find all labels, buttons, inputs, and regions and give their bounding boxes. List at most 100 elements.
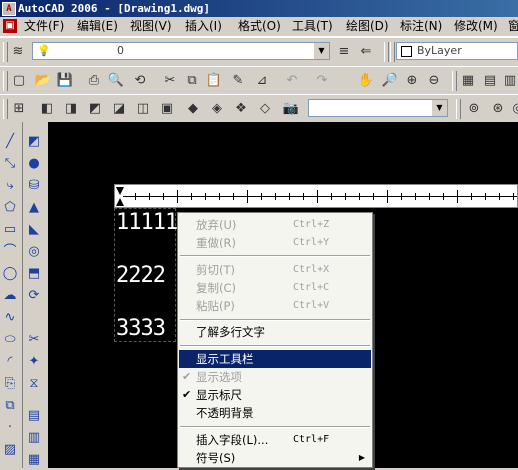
menu-file[interactable]: 文件(F)	[22, 18, 66, 35]
menu-item-copy[interactable]: 复制(C) Ctrl+C	[179, 279, 371, 297]
revision-cloud-icon[interactable]: ☁	[0, 286, 20, 306]
nw-iso-view-icon[interactable]: ◇	[255, 99, 275, 119]
front-view-icon[interactable]: ◫	[133, 99, 153, 119]
make-object-layer-current-icon[interactable]: ≡	[334, 42, 354, 62]
menu-item-show-toolbar[interactable]: 显示工具栏	[179, 350, 371, 368]
continuous-orbit-icon[interactable]: ◎	[508, 99, 518, 119]
top-view-icon[interactable]: ◧	[37, 99, 57, 119]
setup-view-icon[interactable]: ▥	[24, 428, 44, 448]
menu-tools[interactable]: 工具(T)	[290, 18, 335, 35]
mtext-ruler[interactable]	[114, 184, 518, 208]
toolbar-grip[interactable]	[3, 99, 8, 119]
menu-insert[interactable]: 插入(I)	[183, 18, 224, 35]
left-view-icon[interactable]: ◩	[85, 99, 105, 119]
named-views-icon[interactable]: ⊞	[9, 99, 29, 119]
open-file-icon[interactable]: 📂	[33, 71, 53, 91]
first-line-indent-marker[interactable]	[116, 187, 124, 195]
layer-previous-icon[interactable]: ⇐	[356, 42, 376, 62]
chevron-down-icon[interactable]: ▼	[431, 100, 447, 116]
se-iso-view-icon[interactable]: ◈	[207, 99, 227, 119]
properties-icon[interactable]: ▦	[458, 71, 478, 91]
toolbar-grip[interactable]	[390, 42, 395, 62]
layer-combo[interactable]: 💡 0 ▼	[32, 42, 330, 60]
match-properties-icon[interactable]: ✎	[228, 71, 248, 91]
menu-item-redo[interactable]: 重做(R) Ctrl+Y	[179, 234, 371, 252]
extrude-icon[interactable]: ⬒	[24, 264, 44, 284]
plot-preview-icon[interactable]: 🔍	[106, 71, 126, 91]
torus-icon[interactable]: ◎	[24, 242, 44, 262]
ellipse-arc-icon[interactable]: ◜	[0, 352, 20, 372]
toolbar-grip[interactable]	[452, 71, 457, 91]
polyline-icon[interactable]: ⤷	[0, 176, 20, 196]
insert-block-icon[interactable]: ⎘	[0, 374, 20, 394]
point-icon[interactable]: ·	[0, 418, 20, 438]
menu-dimension[interactable]: 标注(N)	[398, 18, 444, 35]
menu-modify[interactable]: 修改(M)	[452, 18, 500, 35]
toolbar-grip[interactable]	[456, 99, 461, 119]
polygon-icon[interactable]: ⬠	[0, 198, 20, 218]
interfere-icon[interactable]: ✦	[24, 352, 44, 372]
cone-icon[interactable]: ▲	[24, 198, 44, 218]
menu-draw[interactable]: 绘图(D)	[344, 18, 391, 35]
line-icon[interactable]: ╱	[0, 132, 20, 152]
autocad-app-icon[interactable]: A	[2, 2, 16, 16]
rectangle-icon[interactable]: ▭	[0, 220, 20, 240]
save-icon[interactable]: 💾	[55, 71, 75, 91]
free-orbit-icon[interactable]: ⊛	[488, 99, 508, 119]
section-icon[interactable]: ✂	[24, 330, 44, 350]
paragraph-indent-marker[interactable]	[116, 198, 124, 206]
sw-iso-view-icon[interactable]: ◆	[183, 99, 203, 119]
setup-profile-icon[interactable]: ▦	[24, 450, 44, 470]
right-view-icon[interactable]: ◪	[109, 99, 129, 119]
orbit-icon[interactable]: ⊚	[464, 99, 484, 119]
wedge-icon[interactable]: ◣	[24, 220, 44, 240]
menu-edit[interactable]: 编辑(E)	[75, 18, 120, 35]
mtext-line-1[interactable]: 11111	[116, 210, 178, 235]
revolve-icon[interactable]: ⟳	[24, 286, 44, 306]
ellipse-icon[interactable]: ⬭	[0, 330, 20, 350]
menu-item-cut[interactable]: 剪切(T) Ctrl+X	[179, 261, 371, 279]
redo-icon[interactable]: ↷	[312, 71, 332, 91]
pan-icon[interactable]: ✋	[356, 71, 376, 91]
camera-icon[interactable]: 📷	[281, 99, 301, 119]
menu-item-opaque-background[interactable]: 不透明背景	[179, 404, 371, 422]
block-editor-icon[interactable]: ⊿	[252, 71, 272, 91]
paste-icon[interactable]: 📋	[204, 71, 224, 91]
circle-icon[interactable]: ◯	[0, 264, 20, 284]
menu-item-show-ruler[interactable]: ✔ 显示标尺	[179, 386, 371, 404]
setup-drawing-icon[interactable]: ▤	[24, 406, 44, 426]
mtext-line-2[interactable]: 2222	[116, 263, 166, 288]
zoom-window-icon[interactable]: ⊕	[402, 71, 422, 91]
tool-palettes-icon[interactable]: ▥	[500, 71, 518, 91]
zoom-realtime-icon[interactable]: 🔎	[380, 71, 400, 91]
menu-view[interactable]: 视图(V)	[128, 18, 174, 35]
toolbar-grip[interactable]	[384, 42, 389, 62]
menu-window[interactable]: 窗	[506, 18, 518, 35]
publish-icon[interactable]: ⟲	[130, 71, 150, 91]
ne-iso-view-icon[interactable]: ❖	[231, 99, 251, 119]
arc-icon[interactable]: ⌒	[0, 242, 20, 262]
cut-icon[interactable]: ✂	[160, 71, 180, 91]
menu-format[interactable]: 格式(O)	[236, 18, 283, 35]
copy-icon[interactable]: ⧉	[182, 71, 202, 91]
make-block-icon[interactable]: ⧉	[0, 396, 20, 416]
style-combo[interactable]: ▼	[308, 99, 448, 117]
undo-icon[interactable]: ↶	[282, 71, 302, 91]
menu-item-undo[interactable]: 放弃(U) Ctrl+Z	[179, 216, 371, 234]
menu-item-insert-field[interactable]: 插入字段(L)... Ctrl+F	[179, 431, 371, 449]
menu-item-learn-mtext[interactable]: 了解多行文字	[179, 323, 371, 341]
chevron-down-icon[interactable]: ▼	[313, 43, 329, 59]
menu-item-show-options[interactable]: ✔ 显示选项	[179, 368, 371, 386]
layer-manager-icon[interactable]: ≋	[8, 42, 28, 62]
mtext-line-3[interactable]: 3333	[116, 316, 166, 341]
menu-item-symbol[interactable]: 符号(S) ▶	[179, 449, 371, 467]
cylinder-icon[interactable]: ⛁	[24, 176, 44, 196]
spline-icon[interactable]: ∿	[0, 308, 20, 328]
document-menu-icon[interactable]: ▣	[3, 19, 17, 33]
bottom-view-icon[interactable]: ◨	[61, 99, 81, 119]
construction-line-icon[interactable]: ⤡	[0, 154, 20, 174]
box-icon[interactable]: ◩	[24, 132, 44, 152]
toolbar-grip[interactable]	[3, 71, 8, 91]
back-view-icon[interactable]: ▣	[157, 99, 177, 119]
plot-icon[interactable]: ⎙	[84, 71, 104, 91]
